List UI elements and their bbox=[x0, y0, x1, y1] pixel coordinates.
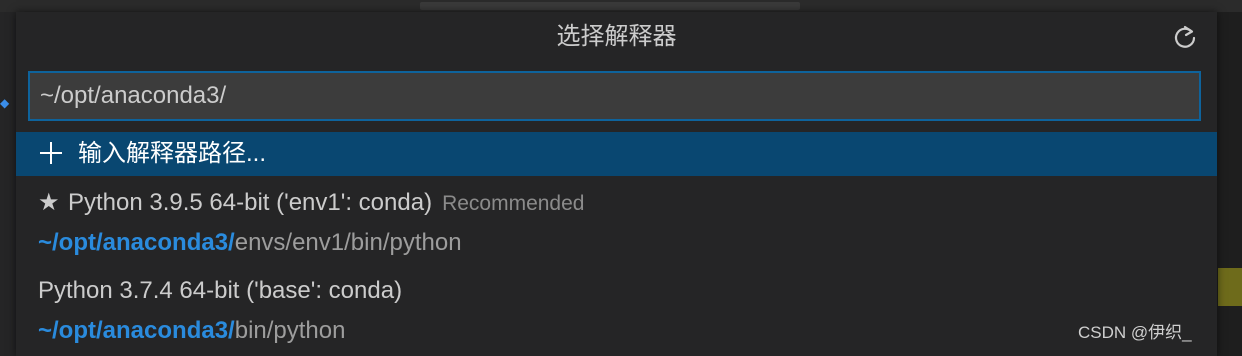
path-match-highlight: ~/opt/anaconda3/ bbox=[38, 317, 235, 344]
interpreter-item-title: Python 3.7.4 64-bit ('base': conda) bbox=[38, 276, 402, 306]
watermark: CSDN @伊织_ bbox=[1078, 323, 1192, 342]
recommended-badge: Recommended bbox=[442, 192, 585, 215]
quick-pick-title: 选择解释器 bbox=[556, 23, 677, 50]
enter-interpreter-path-label: 输入解释器路径... bbox=[78, 140, 267, 167]
interpreter-item-base[interactable]: Python 3.7.4 64-bit ('base': conda) ~/op… bbox=[16, 266, 1217, 350]
background-bar bbox=[420, 2, 800, 10]
interpreter-path: ~/opt/anaconda3/envs/env1/bin/python bbox=[38, 228, 462, 258]
search-input[interactable] bbox=[30, 73, 1199, 119]
background-activity-strip bbox=[0, 12, 16, 356]
python-icon: ◆ bbox=[0, 96, 10, 110]
interpreter-item-title: ★ Python 3.9.5 64-bit ('env1': conda) Reco… bbox=[38, 188, 584, 218]
interpreter-item-env1[interactable]: ★ Python 3.9.5 64-bit ('env1': conda) Reco… bbox=[16, 178, 1217, 262]
interpreter-path: ~/opt/anaconda3/bin/python bbox=[38, 316, 345, 346]
background-highlight bbox=[1218, 268, 1242, 306]
path-rest: bin/python bbox=[234, 317, 346, 344]
interpreter-name: Python 3.7.4 64-bit ('base': conda) bbox=[38, 277, 403, 304]
path-match-highlight: ~/opt/anaconda3/ bbox=[38, 229, 235, 256]
interpreter-name: Python 3.9.5 64-bit ('env1': conda) bbox=[68, 189, 433, 216]
refresh-icon[interactable] bbox=[1171, 24, 1199, 52]
quick-pick-header: 选择解释器 bbox=[16, 12, 1217, 62]
path-rest: envs/env1/bin/python bbox=[234, 229, 462, 256]
enter-interpreter-path-item[interactable]: 输入解释器路径... bbox=[16, 132, 1217, 176]
plus-icon bbox=[38, 140, 64, 166]
interpreter-quick-pick: 选择解释器 输入解释器路径... ★ Python 3.9.5 64-bit ('… bbox=[16, 12, 1217, 356]
search-input-box bbox=[28, 71, 1201, 121]
star-icon: ★ bbox=[38, 189, 60, 216]
background-title-bar bbox=[0, 0, 1242, 12]
